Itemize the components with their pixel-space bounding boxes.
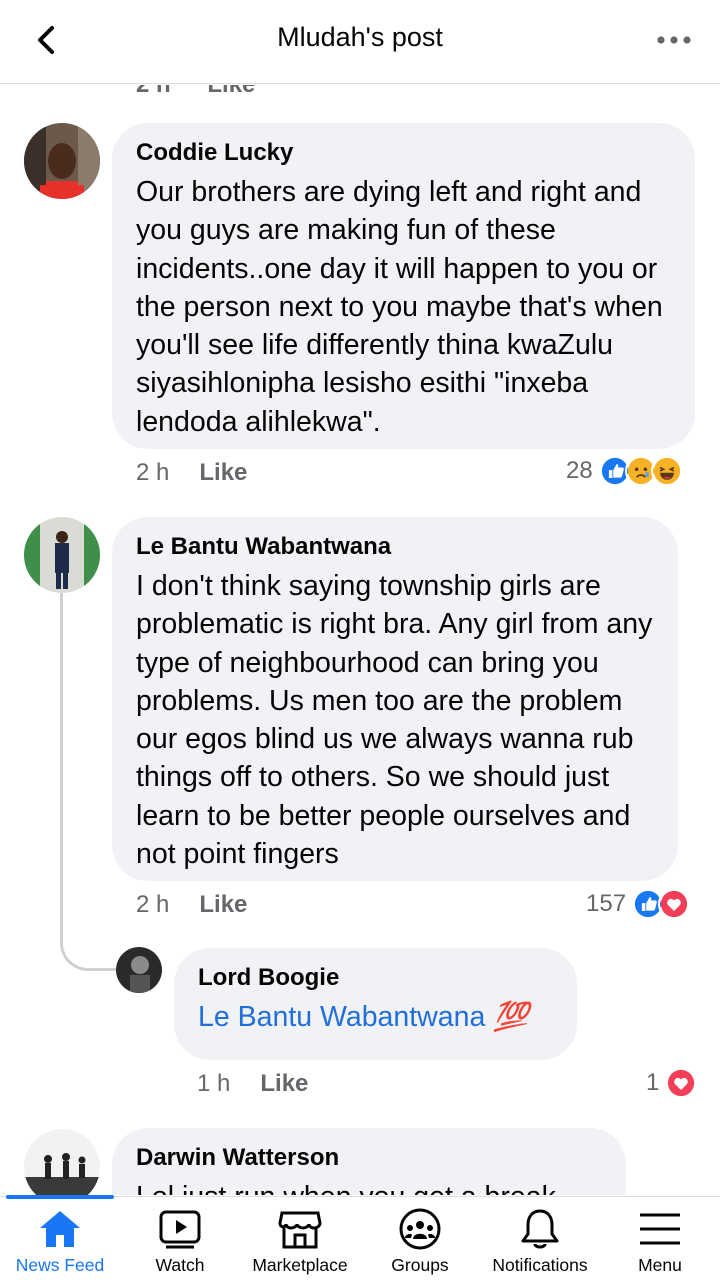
tab-label: Menu: [638, 1255, 682, 1275]
comment-text: Our brothers are dying left and right an…: [136, 176, 663, 438]
tab-label: Notifications: [492, 1255, 588, 1275]
bell-icon: [521, 1209, 559, 1249]
comment-time: 1 h: [197, 1070, 231, 1097]
page-title: Mludah's post: [277, 22, 443, 52]
menu-icon: [640, 1213, 680, 1245]
home-icon: [40, 1211, 80, 1247]
reaction-count: 28: [566, 457, 593, 484]
haha-reaction-icon: [650, 455, 683, 487]
comment-actions: 1 h Like: [197, 1070, 308, 1098]
comment-bubble[interactable]: Coddie Lucky Our brothers are dying left…: [112, 123, 695, 449]
marketplace-icon: [278, 1211, 322, 1249]
hundred-points-emoji: 💯: [493, 1001, 529, 1033]
reaction-count: 1: [646, 1069, 660, 1096]
avatar[interactable]: [24, 123, 100, 199]
previous-comment-meta: 2 h Like: [136, 85, 255, 99]
tab-notifications[interactable]: Notifications: [480, 1197, 600, 1280]
more-options-icon[interactable]: [654, 26, 694, 54]
like-link[interactable]: Like: [260, 1070, 308, 1098]
watch-icon: [159, 1210, 201, 1249]
comment-author[interactable]: Le Bantu Wabantwana: [136, 533, 660, 561]
comment-bubble[interactable]: Le Bantu Wabantwana I don't think saying…: [112, 517, 678, 881]
comment-author[interactable]: Lord Boogie: [198, 964, 555, 992]
comment-bubble[interactable]: Darwin Watterson Lol just run when you g…: [112, 1128, 626, 1195]
tab-news-feed[interactable]: News Feed: [0, 1195, 120, 1280]
comment-author[interactable]: Darwin Watterson: [136, 1144, 604, 1172]
reaction-summary[interactable]: 157: [586, 888, 691, 920]
mention-link[interactable]: Le Bantu Wabantwana: [198, 1001, 485, 1033]
reaction-count: 157: [586, 890, 627, 917]
top-bar: Mludah's post: [0, 0, 720, 84]
comment-text: I don't think saying township girls are …: [136, 570, 653, 871]
tab-menu[interactable]: Menu: [600, 1197, 720, 1280]
tab-marketplace[interactable]: Marketplace: [240, 1197, 360, 1280]
comment-author[interactable]: Coddie Lucky: [136, 139, 673, 167]
active-tab-indicator: [6, 1195, 114, 1199]
groups-icon: [399, 1208, 441, 1250]
comment-time: 2 h: [136, 85, 171, 98]
comment-actions: 2 h Like: [136, 891, 247, 919]
tab-label: Groups: [391, 1255, 449, 1275]
tab-groups[interactable]: Groups: [360, 1197, 480, 1280]
comment-text: Lol just run when you get a break: [136, 1178, 604, 1195]
avatar[interactable]: [24, 1129, 100, 1195]
love-reaction-icon: [665, 1067, 698, 1099]
reply-thread-line: [60, 593, 116, 971]
like-link[interactable]: Like: [207, 85, 255, 98]
reaction-summary[interactable]: 28: [566, 455, 683, 487]
avatar[interactable]: [24, 517, 100, 593]
love-reaction-icon: [658, 888, 691, 920]
bottom-tab-bar: News Feed Watch Marketplace Groups Notif…: [0, 1195, 720, 1280]
tab-label: News Feed: [15, 1255, 105, 1275]
comment-time: 2 h: [136, 459, 170, 486]
like-link[interactable]: Like: [199, 891, 247, 919]
comments-feed[interactable]: 2 h Like Coddie Lucky Our brothers are d…: [0, 85, 720, 1195]
tab-label: Watch: [155, 1255, 205, 1275]
tab-label: Marketplace: [252, 1255, 348, 1275]
like-link[interactable]: Like: [199, 459, 247, 487]
reaction-summary[interactable]: 1: [646, 1067, 698, 1099]
avatar[interactable]: [116, 947, 162, 993]
tab-watch[interactable]: Watch: [120, 1197, 240, 1280]
comment-actions: 2 h Like: [136, 459, 247, 487]
reply-bubble[interactable]: Lord Boogie Le Bantu Wabantwana 💯: [174, 948, 577, 1060]
comment-time: 2 h: [136, 891, 170, 918]
reply-text: Le Bantu Wabantwana 💯: [198, 998, 555, 1036]
